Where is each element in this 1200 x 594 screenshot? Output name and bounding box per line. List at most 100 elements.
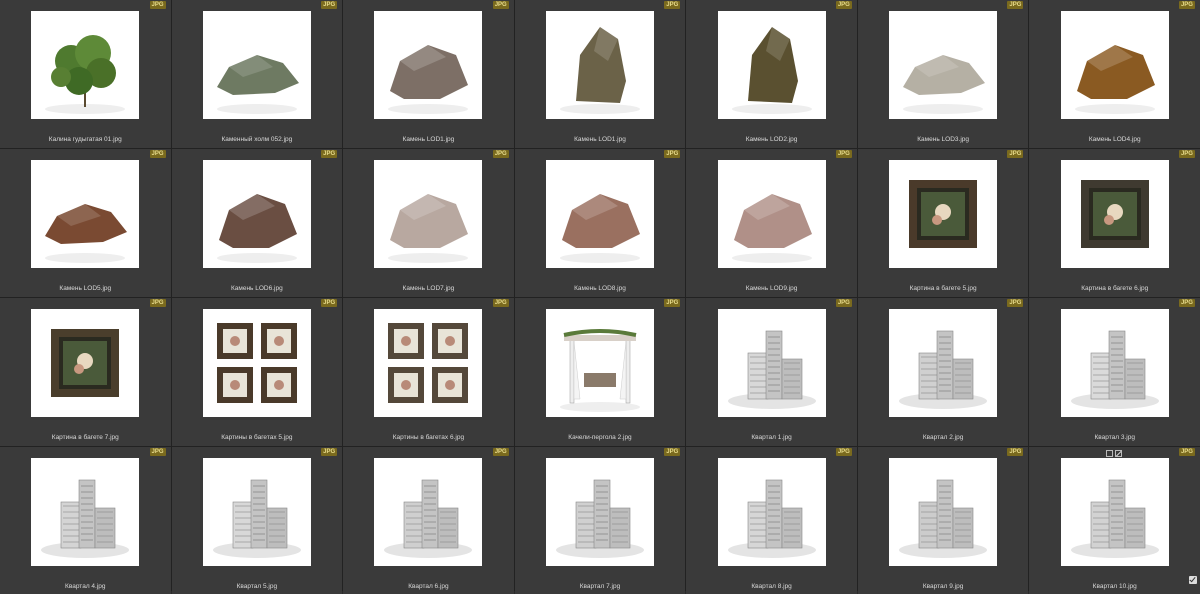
thumbnail-cell[interactable]: JPG Картина в багете 7.jpg: [0, 298, 171, 446]
thumbnail-grid: JPG Калина гудыгатая 01.jpg JPG Каменный хо…: [0, 0, 1200, 594]
file-name-label: Качели-пергола 2.jpg: [568, 434, 632, 441]
thumbnail-cell[interactable]: JPG Картина в багете 5.jpg: [857, 149, 1029, 297]
thumbnail-image[interactable]: [889, 160, 998, 268]
file-name-label: Квартал 6.jpg: [408, 583, 449, 590]
thumbnail-cell[interactable]: JPG Картина в багете 6.jpg: [1029, 149, 1200, 297]
file-type-badge: JPG: [835, 299, 852, 307]
thumbnail-cell[interactable]: JPG Картины в багетах 5.jpg: [171, 298, 343, 446]
file-type-badge: JPG: [1178, 448, 1195, 456]
thumbnail-cell[interactable]: JPG Квартал 8.jpg: [686, 447, 857, 594]
thumbnail-cell[interactable]: JPG Камень LOD1.jpg: [514, 0, 686, 148]
thumbnail-cell[interactable]: JPG Камень LOD1.jpg: [343, 0, 514, 148]
thumbnail-image[interactable]: [374, 160, 483, 268]
thumbnail-cell[interactable]: JPG Квартал 1.jpg: [686, 298, 857, 446]
file-type-badge: JPG: [321, 1, 338, 9]
thumbnail-cell[interactable]: JPG Качели-пергола 2.jpg: [514, 298, 686, 446]
thumbnail-image[interactable]: [889, 11, 998, 119]
file-name-label: Камень LOD7.jpg: [402, 285, 455, 292]
thumbnail-image[interactable]: [889, 309, 998, 417]
thumbnail-image[interactable]: [889, 458, 998, 566]
thumbnail-cell[interactable]: JPG Квартал 9.jpg: [857, 447, 1029, 594]
thumbnail-image[interactable]: [545, 458, 654, 566]
item-action-icons[interactable]: [1105, 450, 1122, 457]
file-type-badge: JPG: [321, 299, 338, 307]
file-type-badge: JPG: [492, 448, 509, 456]
file-type-badge: JPG: [1007, 448, 1024, 456]
thumbnail-cell[interactable]: JPG Квартал 5.jpg: [171, 447, 343, 594]
file-type-badge: JPG: [1007, 1, 1024, 9]
thumbnail-image[interactable]: [31, 11, 140, 119]
thumbnail-cell[interactable]: JPG Камень LOD7.jpg: [343, 149, 514, 297]
thumbnail-image[interactable]: [1060, 458, 1169, 566]
thumbnail-cell[interactable]: JPG Квартал 7.jpg: [514, 447, 686, 594]
thumbnail-image[interactable]: [717, 458, 826, 566]
file-name-label: Камень LOD3.jpg: [917, 136, 969, 143]
file-name-label: Картина в багете 5.jpg: [909, 285, 977, 292]
file-type-badge: JPG: [835, 1, 852, 9]
thumbnail-cell[interactable]: JPG Камень LOD3.jpg: [857, 0, 1029, 148]
file-name-label: Камень LOD2.jpg: [745, 136, 798, 143]
thumbnail-cell[interactable]: JPG Камень LOD5.jpg: [0, 149, 171, 297]
file-name-label: Картина в багете 6.jpg: [1081, 285, 1149, 292]
file-type-badge: JPG: [1178, 150, 1195, 158]
thumbnail-image[interactable]: [374, 11, 483, 119]
thumbnail-cell[interactable]: JPG Камень LOD9.jpg: [686, 149, 857, 297]
thumbnail-cell[interactable]: JPG Камень LOD4.jpg: [1029, 0, 1200, 148]
file-type-badge: JPG: [1178, 1, 1195, 9]
thumbnail-image[interactable]: [545, 160, 654, 268]
file-name-label: Квартал 9.jpg: [922, 583, 964, 590]
square-icon[interactable]: [1105, 450, 1113, 457]
thumbnail-cell[interactable]: JPG Каменный холм 052.jpg: [171, 0, 343, 148]
thumbnail-image[interactable]: [202, 11, 311, 119]
file-name-label: Квартал 3.jpg: [1094, 434, 1135, 441]
file-type-badge: JPG: [492, 1, 509, 9]
file-name-label: Камень LOD4.jpg: [1088, 136, 1141, 143]
thumbnail-image[interactable]: [374, 309, 483, 417]
file-type-badge: JPG: [492, 299, 509, 307]
thumbnail-image[interactable]: [31, 309, 140, 417]
thumbnail-image[interactable]: [31, 458, 140, 566]
thumbnail-image[interactable]: [1060, 11, 1169, 119]
thumbnail-cell[interactable]: JPG Калина гудыгатая 01.jpg: [0, 0, 171, 148]
file-type-badge: JPG: [664, 1, 681, 9]
file-name-label: Картина в багете 7.jpg: [51, 434, 119, 441]
thumbnail-cell[interactable]: JPG Квартал 6.jpg: [343, 447, 514, 594]
thumbnail-cell[interactable]: JPG Квартал 2.jpg: [857, 298, 1029, 446]
file-type-badge: JPG: [149, 150, 166, 158]
thumbnail-image[interactable]: [202, 309, 311, 417]
edit-icon[interactable]: [1114, 450, 1122, 457]
file-type-badge: JPG: [321, 448, 338, 456]
thumbnail-image[interactable]: [374, 458, 483, 566]
thumbnail-cell[interactable]: JPG Квартал 3.jpg: [1029, 298, 1200, 446]
file-name-label: Картины в багетах 6.jpg: [392, 434, 465, 441]
file-name-label: Квартал 7.jpg: [579, 583, 621, 590]
thumbnail-cell[interactable]: JPG Квартал 4.jpg: [0, 447, 171, 594]
file-type-badge: JPG: [149, 299, 166, 307]
thumbnail-image[interactable]: [1060, 160, 1169, 268]
file-type-badge: JPG: [664, 299, 681, 307]
file-type-badge: JPG: [835, 448, 852, 456]
thumbnail-cell[interactable]: JPG Камень LOD6.jpg: [171, 149, 343, 297]
thumbnail-image[interactable]: [1060, 309, 1169, 417]
file-type-badge: JPG: [149, 448, 166, 456]
file-type-badge: JPG: [835, 150, 852, 158]
thumbnail-image[interactable]: [545, 309, 654, 417]
thumbnail-image[interactable]: [717, 309, 826, 417]
thumbnail-cell[interactable]: JPG Картины в багетах 6.jpg: [343, 298, 514, 446]
thumbnail-cell[interactable]: JPG Квартал 10.jpg: [1029, 447, 1200, 594]
thumbnail-image[interactable]: [202, 160, 311, 268]
file-type-badge: JPG: [1007, 150, 1024, 158]
checkbox-icon[interactable]: [1188, 576, 1197, 584]
file-name-label: Камень LOD9.jpg: [745, 285, 798, 292]
thumbnail-image[interactable]: [717, 11, 826, 119]
thumbnail-image[interactable]: [202, 458, 311, 566]
thumbnail-image[interactable]: [31, 160, 140, 268]
file-name-label: Квартал 2.jpg: [922, 434, 964, 441]
thumbnail-image[interactable]: [545, 11, 654, 119]
file-name-label: Квартал 5.jpg: [236, 583, 278, 590]
thumbnail-cell[interactable]: JPG Камень LOD2.jpg: [686, 0, 857, 148]
thumbnail-cell[interactable]: JPG Камень LOD8.jpg: [514, 149, 686, 297]
file-type-badge: JPG: [1007, 299, 1024, 307]
file-name-label: Камень LOD5.jpg: [59, 285, 112, 292]
thumbnail-image[interactable]: [717, 160, 826, 268]
